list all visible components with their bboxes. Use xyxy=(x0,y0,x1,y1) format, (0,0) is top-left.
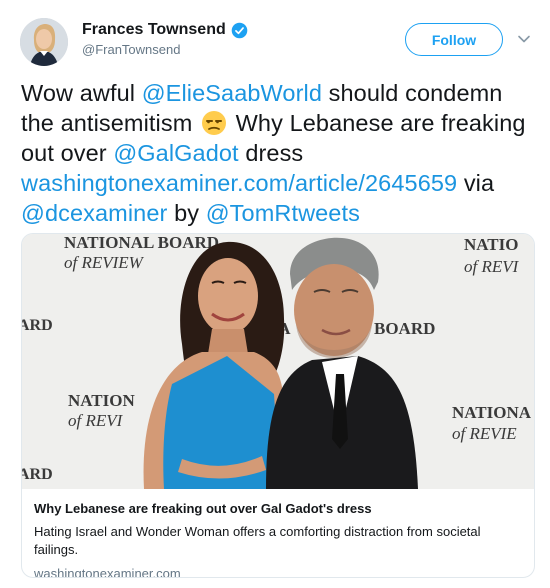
unamused-face-emoji xyxy=(202,111,227,135)
mention-link[interactable]: @ElieSaabWorld xyxy=(142,80,322,106)
card-title[interactable]: Why Lebanese are freaking out over Gal G… xyxy=(34,500,524,517)
backdrop-text: of REVIEW xyxy=(64,253,145,272)
backdrop-text: ARD xyxy=(22,317,53,334)
mention-link[interactable]: @TomRtweets xyxy=(206,200,360,226)
backdrop-text: of REVI xyxy=(464,257,520,276)
tweet-text-segment: via xyxy=(457,170,495,196)
backdrop-text: NATION xyxy=(68,391,135,410)
tweet-text: Wow awful @ElieSaabWorld should condemn … xyxy=(21,78,536,228)
tweet-header: Frances Townsend @FranTownsend Follow xyxy=(20,18,535,68)
card-description: Hating Israel and Wonder Woman offers a … xyxy=(34,524,481,557)
follow-button[interactable]: Follow xyxy=(405,23,503,56)
backdrop-text: of REVI xyxy=(68,411,124,430)
backdrop-text: NATIONAL BOARD xyxy=(64,234,219,252)
backdrop-text: of REVIE xyxy=(452,424,517,443)
chevron-down-icon[interactable] xyxy=(517,32,531,46)
mention-link[interactable]: @dcexaminer xyxy=(21,200,167,226)
link-preview-card[interactable]: NATIONAL BOARD of REVIEW NATIO of REVI A… xyxy=(21,233,535,578)
user-handle[interactable]: @FranTownsend xyxy=(82,42,248,57)
mention-link[interactable]: @GalGadot xyxy=(113,140,238,166)
backdrop-text: BOARD xyxy=(374,319,435,338)
tweet-text-segment: dress xyxy=(238,140,304,166)
display-name[interactable]: Frances Townsend xyxy=(82,21,226,39)
tweet-text-segment: Wow awful xyxy=(21,80,142,106)
backdrop-text: NATIONA xyxy=(452,403,532,422)
backdrop-text: ARD xyxy=(22,466,53,483)
tweet-text-segment: by xyxy=(167,200,206,226)
avatar[interactable] xyxy=(20,18,68,66)
card-image[interactable]: NATIONAL BOARD of REVIEW NATIO of REVI A… xyxy=(22,234,534,489)
verified-badge-icon xyxy=(231,22,248,38)
article-url-link[interactable]: washingtonexaminer.com/article/2645659 xyxy=(21,170,457,196)
card-domain: washingtonexaminer.com xyxy=(34,566,181,578)
backdrop-text: NATIO xyxy=(464,235,518,254)
